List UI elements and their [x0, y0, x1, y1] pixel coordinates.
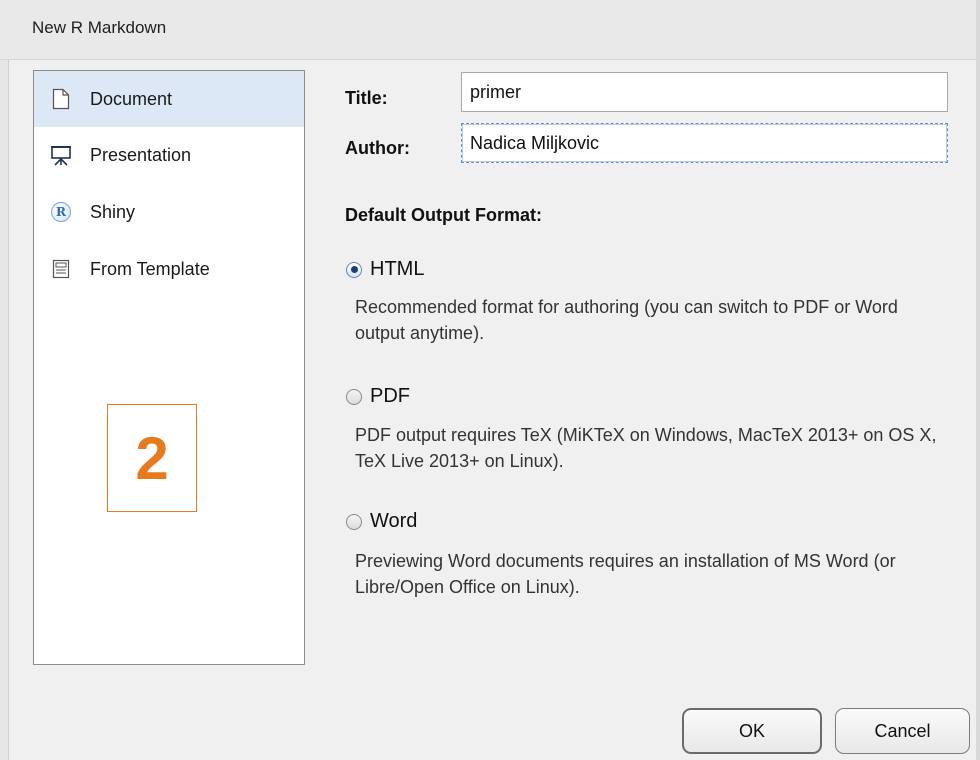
- document-type-list: Document Presentation R Shiny From Templ…: [33, 70, 305, 665]
- shiny-r-icon: R: [50, 200, 72, 224]
- window-title: New R Markdown: [32, 18, 167, 37]
- title-label: Title:: [345, 88, 388, 108]
- sidebar-item-from-template[interactable]: From Template: [34, 241, 304, 297]
- presentation-icon: [50, 143, 72, 167]
- author-label: Author:: [345, 138, 410, 158]
- title-bar: New R Markdown: [0, 0, 980, 60]
- radio-button-checked[interactable]: [346, 261, 362, 278]
- sidebar-item-document[interactable]: Document: [34, 71, 304, 127]
- radio-label-word: Word: [370, 510, 418, 532]
- radio-html[interactable]: HTML: [346, 258, 424, 281]
- html-description: Recommended format for authoring (you ca…: [355, 297, 898, 343]
- title-input[interactable]: [461, 72, 948, 112]
- author-input[interactable]: [461, 123, 948, 163]
- sidebar-item-presentation[interactable]: Presentation: [34, 127, 304, 183]
- sidebar-item-label: Document: [90, 88, 173, 109]
- ok-button[interactable]: OK: [682, 708, 822, 754]
- cancel-button[interactable]: Cancel: [835, 708, 970, 754]
- sidebar-item-label: From Template: [90, 258, 210, 279]
- word-description: Previewing Word documents requires an in…: [355, 551, 896, 597]
- sidebar-item-label: Presentation: [90, 144, 192, 165]
- radio-button-unchecked[interactable]: [346, 388, 362, 405]
- step-number-badge: 2: [107, 404, 197, 512]
- radio-label-html: HTML: [370, 258, 425, 280]
- pdf-description: PDF output requires TeX (MiKTeX on Windo…: [355, 425, 937, 471]
- radio-button-unchecked[interactable]: [346, 513, 362, 530]
- radio-word[interactable]: Word: [346, 510, 417, 533]
- sidebar-item-label: Shiny: [90, 201, 136, 222]
- radio-label-pdf: PDF: [370, 385, 410, 407]
- radio-pdf[interactable]: PDF: [346, 385, 410, 408]
- document-icon: [50, 87, 72, 111]
- template-icon: [50, 257, 72, 281]
- sidebar-item-shiny[interactable]: R Shiny: [34, 184, 304, 240]
- window-left-edge: [0, 60, 9, 760]
- output-format-heading: Default Output Format:: [345, 205, 542, 225]
- window-right-edge: [976, 0, 980, 760]
